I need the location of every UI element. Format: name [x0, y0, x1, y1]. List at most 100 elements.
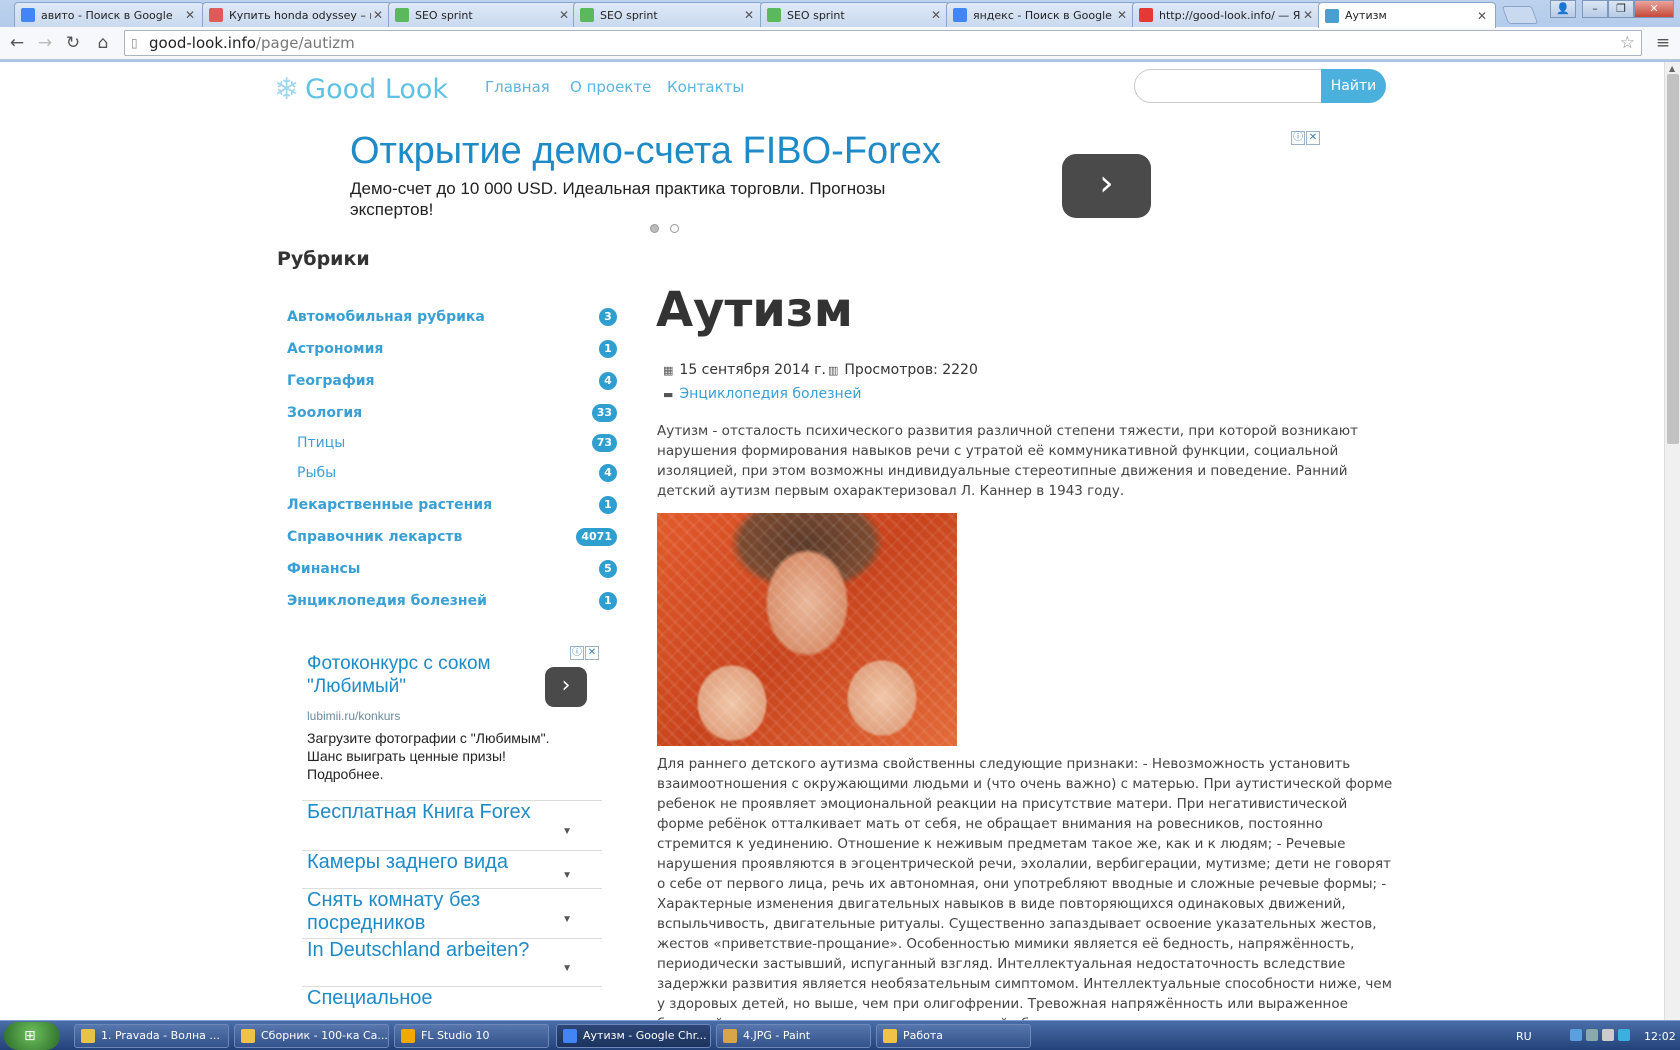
category-link[interactable]: Энциклопедия болезней — [679, 386, 861, 402]
volume-icon[interactable] — [1602, 1029, 1614, 1041]
user-icon[interactable]: 👤 — [1550, 0, 1576, 18]
category-link[interactable]: География — [287, 373, 375, 389]
side-ad-link[interactable]: Специальное — [302, 986, 602, 1016]
tab-close-icon[interactable]: ✕ — [183, 8, 197, 22]
clock[interactable]: 12:02 — [1644, 1030, 1676, 1043]
taskbar-app-icon — [241, 1029, 255, 1043]
category-count-badge: 1 — [599, 496, 617, 514]
side-ad-choices[interactable]: ⓘ ✕ — [570, 646, 599, 660]
category-link[interactable]: Энциклопедия болезней — [287, 593, 487, 609]
category-count-badge: 33 — [591, 404, 617, 422]
side-ad-link-label: Специальное — [307, 987, 433, 1009]
carousel-dot[interactable] — [670, 224, 679, 233]
bookmark-star-icon[interactable]: ☆ — [1620, 31, 1635, 55]
browser-tab[interactable]: авито - Поиск в Google ✕ — [14, 2, 204, 27]
ad-close-icon[interactable]: ✕ — [1306, 131, 1320, 145]
side-ad-link[interactable]: Снять комнату без посредников ▼ — [302, 888, 602, 938]
page-scrollbar[interactable]: ▲ — [1664, 62, 1680, 1020]
tab-close-icon[interactable]: ✕ — [1475, 9, 1489, 23]
scroll-up-icon[interactable]: ▲ — [1669, 64, 1675, 73]
category-link[interactable]: Справочник лекарств — [287, 529, 462, 545]
tab-label: авито - Поиск в Google — [41, 8, 173, 22]
search-button[interactable]: Найти — [1321, 69, 1386, 103]
category-link[interactable]: Лекарственные растения — [287, 497, 492, 513]
ad-choices[interactable]: ⓘ ✕ — [1291, 131, 1320, 145]
site-logo[interactable]: ❄ Good Look — [274, 72, 448, 107]
side-ad-url[interactable]: lubimii.ru/konkurs — [307, 709, 400, 723]
start-button[interactable]: ⊞ — [4, 1022, 60, 1050]
ad-info-icon[interactable]: ⓘ — [1291, 131, 1305, 145]
tab-close-icon[interactable]: ✕ — [557, 8, 571, 22]
side-ad-link[interactable]: Бесплатная Книга Forex ▼ — [302, 800, 602, 850]
taskbar-item-label: 1. Pravada - Волна ... — [101, 1029, 220, 1042]
views-text: Просмотров: 2220 — [844, 362, 978, 378]
side-ad-link-label: Бесплатная Книга Forex — [307, 801, 531, 823]
tab-close-icon[interactable]: ✕ — [371, 8, 385, 22]
ad-close-icon[interactable]: ✕ — [585, 646, 599, 660]
taskbar-item[interactable]: FL Studio 10 — [394, 1024, 549, 1048]
category-link[interactable]: Астрономия — [287, 341, 383, 357]
browser-tab[interactable]: яндекс - Поиск в Google ✕ — [946, 2, 1136, 27]
menu-icon[interactable]: ≡ — [1652, 32, 1674, 54]
tray-app-icon[interactable] — [1586, 1029, 1598, 1041]
category-link[interactable]: Автомобильная рубрика — [287, 309, 485, 325]
minimize-button[interactable]: – — [1582, 0, 1608, 18]
carousel-dot-active[interactable] — [650, 224, 659, 233]
tab-close-icon[interactable]: ✕ — [1115, 8, 1129, 22]
tab-close-icon[interactable]: ✕ — [1301, 8, 1315, 22]
new-tab-button[interactable] — [1501, 6, 1539, 24]
taskbar-item[interactable]: Сборник - 100-ка Са... — [234, 1024, 389, 1048]
taskbar-item-label: 4.JPG - Paint — [743, 1029, 811, 1042]
nav-contacts-link[interactable]: Контакты — [667, 78, 744, 96]
tab-close-icon[interactable]: ✕ — [929, 8, 943, 22]
side-ad-link-label: Камеры заднего вида — [307, 851, 508, 873]
taskbar-app-icon — [723, 1029, 737, 1043]
category-link[interactable]: Зоология — [287, 405, 362, 421]
close-window-button[interactable]: ✕ — [1634, 0, 1674, 18]
side-ad-title[interactable]: Фотоконкурс с соком "Любимый" — [307, 652, 537, 698]
network-icon[interactable] — [1570, 1029, 1582, 1041]
browser-tab[interactable]: Аутизм ✕ — [1318, 2, 1496, 28]
search-input[interactable] — [1134, 69, 1322, 103]
maximize-button[interactable]: ❐ — [1608, 0, 1634, 18]
home-button[interactable]: ⌂ — [92, 32, 114, 54]
browser-tab[interactable]: http://good-look.info/ — Ян ✕ — [1132, 2, 1322, 27]
address-bar[interactable]: ▯ good-look.info/page/autizm ☆ — [124, 30, 1642, 56]
taskbar-item[interactable]: 1. Pravada - Волна ... — [74, 1024, 229, 1048]
nav-home-link[interactable]: Главная — [485, 78, 550, 96]
browser-tab[interactable]: Купить honda odyssey – п ✕ — [202, 2, 392, 27]
tab-close-icon[interactable]: ✕ — [742, 8, 756, 22]
category-link[interactable]: Финансы — [287, 561, 360, 577]
ad-arrow-button[interactable]: › — [1062, 154, 1151, 218]
scrollbar-thumb[interactable] — [1667, 74, 1679, 444]
ad-title[interactable]: Открытие демо-счета FIBO-Forex — [350, 130, 941, 173]
browser-toolbar: ← → ↻ ⌂ ▯ good-look.info/page/autizm ☆ ≡ — [0, 27, 1680, 60]
taskbar-item[interactable]: Аутизм - Google Chr... — [556, 1024, 711, 1048]
browser-tab[interactable]: SEO sprint ✕ — [573, 2, 763, 27]
side-ad-link[interactable]: Камеры заднего вида ▼ — [302, 850, 602, 888]
tab-label: http://good-look.info/ — Ян — [1159, 8, 1301, 22]
side-ad-text: Загрузите фотографии с "Любимым". Шанс в… — [307, 730, 550, 782]
reload-button[interactable]: ↻ — [62, 32, 84, 54]
sidebar-title: Рубрики — [277, 248, 370, 270]
category-count-badge: 3 — [599, 308, 617, 326]
language-indicator[interactable]: RU — [1516, 1030, 1532, 1043]
back-button[interactable]: ← — [6, 32, 28, 54]
browser-tab[interactable]: SEO sprint ✕ — [388, 2, 578, 27]
forward-button[interactable]: → — [34, 32, 56, 54]
nav-about-link[interactable]: О проекте — [570, 78, 651, 96]
taskbar-item[interactable]: Работа — [876, 1024, 1031, 1048]
taskbar-app-icon — [883, 1029, 897, 1043]
ad-info-icon[interactable]: ⓘ — [570, 646, 584, 660]
side-ad-link[interactable]: In Deutschland arbeiten? ▼ — [302, 938, 602, 986]
logo-text: Good Look — [305, 74, 449, 105]
category-link[interactable]: Птицы — [297, 435, 345, 451]
browser-tab[interactable]: SEO sprint ✕ — [760, 2, 950, 27]
goodlook-icon — [1325, 8, 1339, 23]
tab-label: SEO sprint — [787, 8, 845, 22]
taskbar-item[interactable]: 4.JPG - Paint — [716, 1024, 871, 1048]
tray-app-icon[interactable] — [1618, 1029, 1630, 1041]
side-ad-arrow-button[interactable]: › — [545, 667, 587, 707]
chevron-down-icon: ▼ — [562, 826, 572, 837]
category-link[interactable]: Рыбы — [297, 465, 336, 481]
